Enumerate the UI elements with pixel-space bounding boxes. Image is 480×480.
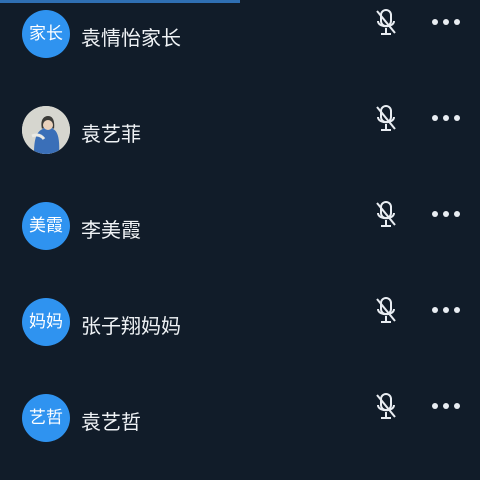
microphone-muted-icon[interactable] <box>375 104 397 132</box>
member-name: 袁艺菲 <box>81 122 141 146</box>
microphone-muted-icon[interactable] <box>375 392 397 420</box>
list-item[interactable]: 家长 袁情怡家长 <box>0 0 480 82</box>
avatar <box>22 106 70 154</box>
avatar: 妈妈 <box>22 298 70 346</box>
microphone-muted-icon[interactable] <box>375 8 397 36</box>
profile-photo-icon <box>22 106 70 154</box>
microphone-muted-icon[interactable] <box>375 296 397 324</box>
more-horizontal-icon[interactable] <box>431 17 461 27</box>
more-horizontal-icon[interactable] <box>431 209 461 219</box>
member-name: 张子翔妈妈 <box>81 314 181 338</box>
member-name: 袁情怡家长 <box>81 26 181 50</box>
avatar: 美霞 <box>22 202 70 250</box>
microphone-muted-icon[interactable] <box>375 200 397 228</box>
avatar: 艺哲 <box>22 394 70 442</box>
list-item[interactable]: 妈妈 张子翔妈妈 <box>0 274 480 370</box>
list-item[interactable]: 袁艺菲 <box>0 82 480 178</box>
member-name: 李美霞 <box>81 218 141 242</box>
more-horizontal-icon[interactable] <box>431 401 461 411</box>
avatar: 家长 <box>22 10 70 58</box>
list-item[interactable]: 美霞 李美霞 <box>0 178 480 274</box>
more-horizontal-icon[interactable] <box>431 113 461 123</box>
member-name: 袁艺哲 <box>81 410 141 434</box>
more-horizontal-icon[interactable] <box>431 305 461 315</box>
list-item[interactable]: 艺哲 袁艺哲 <box>0 370 480 466</box>
member-list-screen: 家长 袁情怡家长 袁艺菲 美霞 李美霞 妈妈 张子翔妈妈 艺哲 袁艺哲 <box>0 0 480 480</box>
